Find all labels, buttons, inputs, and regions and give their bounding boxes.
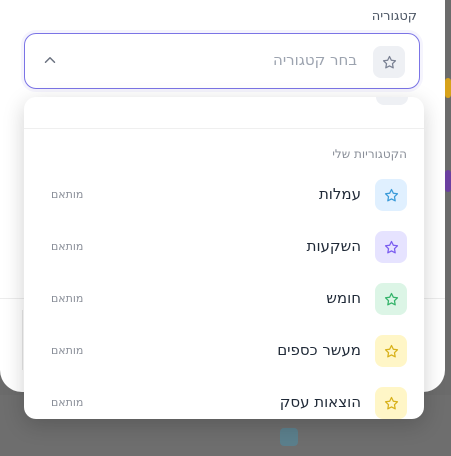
category-select-placeholder: בחר קטגוריה <box>273 51 357 69</box>
category-dropdown[interactable]: הקטגוריות שלי עמלות מותאם השקעות מותאם ח… <box>24 97 424 419</box>
background-accent-yellow <box>445 78 451 98</box>
star-icon <box>376 97 408 105</box>
section-title-my-categories: הקטגוריות שלי <box>332 147 407 161</box>
category-option-tag: מותאם <box>51 396 84 409</box>
star-icon <box>375 231 407 263</box>
background-avatar <box>280 428 298 446</box>
background-accent-purple <box>445 170 451 192</box>
star-icon <box>375 179 407 211</box>
category-option[interactable]: השקעות מותאם <box>24 221 424 273</box>
category-option-label: חומש <box>326 289 361 307</box>
category-option-tag: מותאם <box>51 344 84 357</box>
category-field-label: קטגוריה <box>371 9 417 24</box>
star-icon <box>375 335 407 367</box>
chevron-up-icon <box>41 51 59 69</box>
category-option[interactable]: עמלות מותאם <box>24 169 424 221</box>
category-option-label: מעשר כספים <box>277 341 361 359</box>
star-icon <box>375 387 407 419</box>
category-option[interactable]: הוצאות עסק מותאם <box>24 377 424 419</box>
dropdown-separator <box>24 128 424 129</box>
category-option-tag: מותאם <box>51 292 84 305</box>
star-icon <box>375 283 407 315</box>
category-option[interactable]: מעשר כספים מותאם <box>24 325 424 377</box>
category-option-tag: מותאם <box>51 240 84 253</box>
category-option-tag: מותאם <box>51 188 84 201</box>
category-option-label: השקעות <box>306 237 361 255</box>
category-option[interactable]: חומש מותאם <box>24 273 424 325</box>
category-option-label: עמלות <box>318 185 361 203</box>
category-select[interactable]: בחר קטגוריה <box>24 33 420 89</box>
category-option-label: הוצאות עסק <box>279 393 361 411</box>
star-icon <box>373 46 405 78</box>
